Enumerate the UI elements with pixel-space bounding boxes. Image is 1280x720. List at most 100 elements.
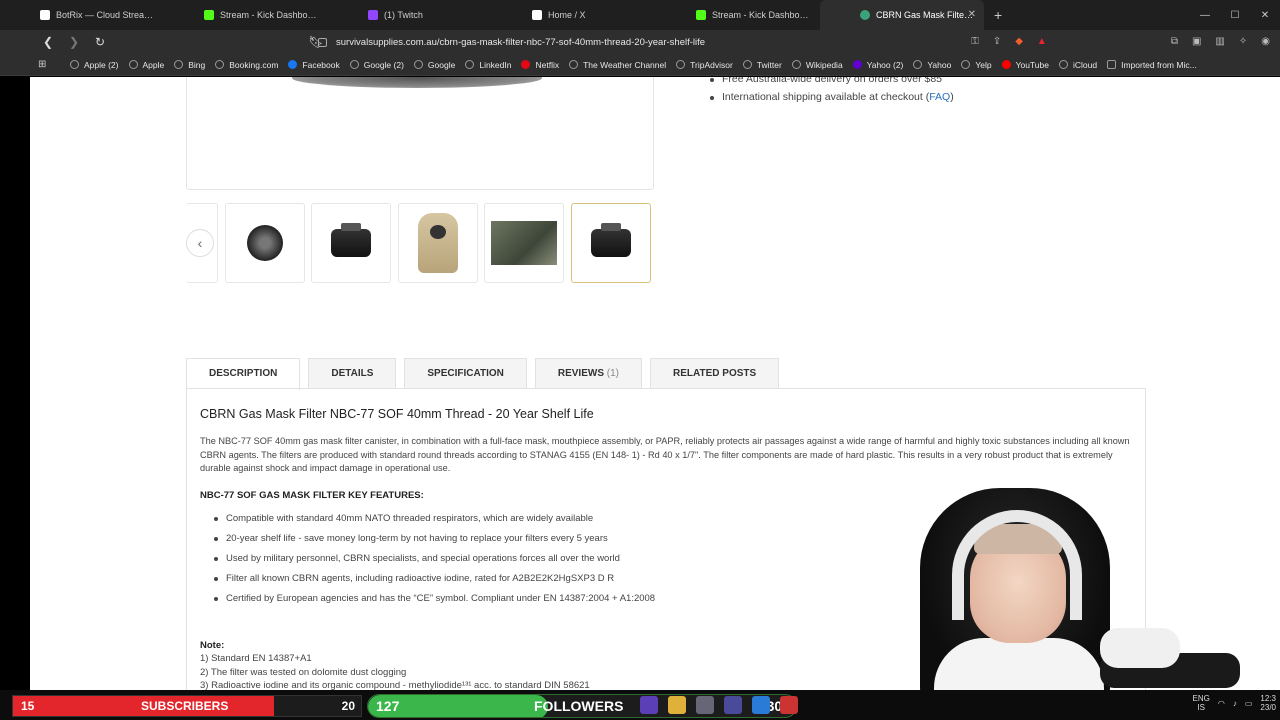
browser-tab[interactable]: (1) Twitch xyxy=(328,0,492,30)
netflix-icon xyxy=(521,60,531,69)
product-main-image[interactable] xyxy=(186,77,654,190)
settings-icon[interactable] xyxy=(696,696,714,714)
thumbnail[interactable] xyxy=(484,203,564,283)
maximize-icon[interactable]: ☐ xyxy=(1220,10,1250,21)
bookmark-item[interactable]: Booking.com xyxy=(215,60,278,70)
bookmark-item[interactable]: LinkedIn xyxy=(465,60,511,70)
bookmark-item[interactable]: Facebook xyxy=(288,60,340,70)
bookmark-item[interactable]: Google (2) xyxy=(349,60,404,70)
rewards-icon[interactable]: ▲ xyxy=(1037,36,1047,47)
bookmark-item[interactable]: Apple (2) xyxy=(70,60,119,70)
forward-icon[interactable]: ❯ xyxy=(64,35,84,49)
bookmark-item[interactable]: Bing xyxy=(174,60,205,70)
bookmark-item[interactable]: Twitter xyxy=(742,60,782,70)
bookmark-item[interactable]: Wikipedia xyxy=(791,60,843,70)
clock[interactable]: 12:3 23/0 xyxy=(1260,694,1276,712)
globe-icon xyxy=(215,60,225,69)
globe-icon xyxy=(742,60,752,69)
browser-tab[interactable]: Stream - Kick Dashboard xyxy=(656,0,820,30)
microphone xyxy=(1100,628,1180,668)
bookmark-item[interactable]: The Weather Channel xyxy=(569,60,666,70)
tab-description[interactable]: DESCRIPTION xyxy=(186,358,301,390)
bookmark-item[interactable]: YouTube xyxy=(1001,60,1049,70)
globe-icon xyxy=(349,60,359,69)
product-title: CBRN Gas Mask Filter NBC-77 SOF 40mm Thr… xyxy=(200,407,594,421)
tab-related-posts[interactable]: RELATED POSTS xyxy=(650,358,780,388)
gallery-prev-icon[interactable]: ‹ xyxy=(186,229,214,257)
globe-icon xyxy=(676,60,686,69)
site-info-icon[interactable] xyxy=(318,38,327,47)
thumbnail-selected[interactable] xyxy=(571,203,651,283)
address-bar-row: ❮ ❯ ↻ 🔖︎ survivalsupplies.com.au/cbrn-ga… xyxy=(0,30,1280,54)
streamer-shirt xyxy=(934,638,1104,690)
toolbar-actions: ⚿ ⇪ ◆ ▲ ⧉ ▣ ▥ ✧ ◉ xyxy=(971,36,1270,47)
delivery-info-list: Free Australia-wide delivery on orders o… xyxy=(708,77,954,109)
bookmark-item[interactable]: Yahoo xyxy=(913,60,951,70)
bookmark-item[interactable]: Yahoo (2) xyxy=(852,60,903,70)
share-icon[interactable]: ⇪ xyxy=(993,36,1001,47)
wallet-icon[interactable]: ▣ xyxy=(1192,36,1201,47)
tab-specification[interactable]: SPECIFICATION xyxy=(404,358,527,388)
bookmark-item[interactable]: Apple xyxy=(128,60,164,70)
note-label: Note: xyxy=(200,639,225,651)
bookmark-item[interactable]: Yelp xyxy=(961,60,992,70)
thumbnail[interactable] xyxy=(311,203,391,283)
url-text: survivalsupplies.com.au/cbrn-gas-mask-fi… xyxy=(336,37,706,48)
screen: BotRix — Cloud Streaming Bot for Tw Stre… xyxy=(0,0,1280,720)
url-field[interactable]: survivalsupplies.com.au/cbrn-gas-mask-fi… xyxy=(310,35,970,51)
battery-icon[interactable]: ▭ xyxy=(1245,699,1253,708)
app-icon[interactable] xyxy=(640,696,658,714)
bookmark-item[interactable]: Netflix xyxy=(521,60,559,70)
browser-tab[interactable]: Home / X xyxy=(492,0,656,30)
close-tab-icon[interactable]: ✕ xyxy=(968,9,976,20)
language-indicator[interactable]: ENG IS xyxy=(1193,694,1210,712)
stream-overlay-bar: 15 SUBSCRIBERS 20 127 FOLLOWERS 300 ENG I… xyxy=(0,690,1280,720)
thumbnail-image xyxy=(418,213,458,273)
close-window-icon[interactable]: ✕ xyxy=(1250,10,1280,21)
bookmark-item[interactable]: Google xyxy=(413,60,455,70)
product-description: The NBC-77 SOF 40mm gas mask filter cani… xyxy=(200,436,1130,473)
volume-icon[interactable]: ♪ xyxy=(1233,699,1237,708)
globe-icon xyxy=(961,60,971,69)
tab-reviews[interactable]: REVIEWS (1) xyxy=(534,358,643,388)
tab-details[interactable]: DETAILS xyxy=(308,358,397,388)
bookmark-item[interactable]: iCloud xyxy=(1058,60,1097,70)
back-icon[interactable]: ❮ xyxy=(38,35,58,49)
youtube-icon xyxy=(1001,60,1011,69)
tab-favicon-icon xyxy=(368,10,378,20)
folder-icon[interactable] xyxy=(668,696,686,714)
browser-tab-active[interactable]: CBRN Gas Mask Filter NBC-77 SO✕ xyxy=(820,0,984,30)
brave-shield-icon[interactable]: ◆ xyxy=(1015,36,1023,47)
app-icon[interactable] xyxy=(752,696,770,714)
browser-tab[interactable]: Stream - Kick Dashboard xyxy=(164,0,328,30)
discord-icon[interactable] xyxy=(724,696,742,714)
browser-tab[interactable]: BotRix — Cloud Streaming Bot for Tw xyxy=(0,0,164,30)
thumbnail-image xyxy=(491,221,557,265)
product-canister-image xyxy=(292,77,542,88)
folder-icon xyxy=(1107,60,1117,69)
key-icon[interactable]: ⚿ xyxy=(971,36,979,47)
bookmark-folder[interactable]: Imported from Mic... xyxy=(1107,60,1197,70)
globe-icon xyxy=(128,60,138,69)
leo-icon[interactable]: ✧ xyxy=(1239,36,1247,47)
sidebar-icon[interactable]: ▥ xyxy=(1215,36,1224,47)
profile-icon[interactable]: ◉ xyxy=(1261,36,1270,47)
globe-icon xyxy=(913,60,923,69)
delivery-item: Free Australia-wide delivery on orders o… xyxy=(708,77,954,85)
tab-favicon-icon xyxy=(204,10,214,20)
minimize-icon[interactable]: — xyxy=(1190,10,1220,21)
apps-grid-icon[interactable]: ⊞ xyxy=(38,59,46,70)
thumbnail[interactable] xyxy=(225,203,305,283)
app-icon[interactable] xyxy=(780,696,798,714)
bookmark-item[interactable]: TripAdvisor xyxy=(676,60,733,70)
reload-icon[interactable]: ↻ xyxy=(90,35,110,49)
thumbnail[interactable] xyxy=(398,203,478,283)
faq-link[interactable]: FAQ xyxy=(929,91,950,103)
new-tab-button[interactable]: + xyxy=(994,7,1002,23)
facebook-icon xyxy=(288,60,298,69)
wifi-icon[interactable]: ◠ xyxy=(1218,699,1225,708)
globe-icon xyxy=(791,60,801,69)
extensions-icon[interactable]: ⧉ xyxy=(1171,36,1178,47)
tab-favicon-icon xyxy=(532,10,542,20)
subscriber-goal: 20 xyxy=(341,699,355,713)
